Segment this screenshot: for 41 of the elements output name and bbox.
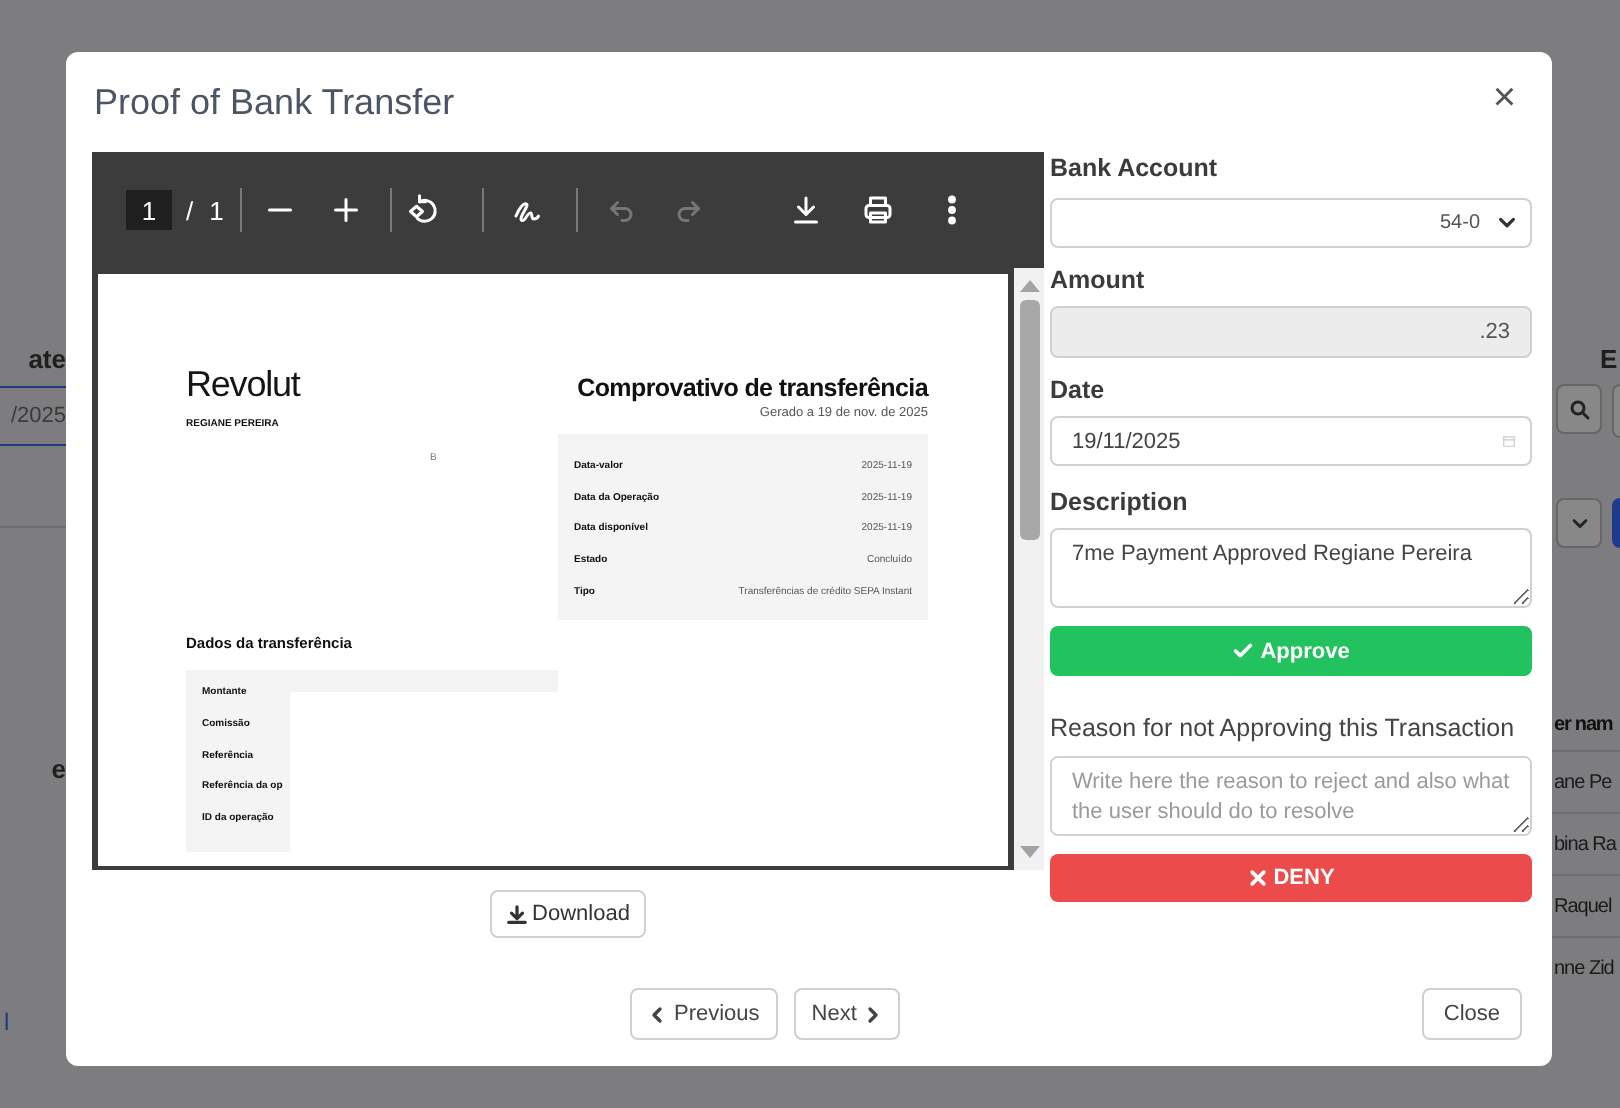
- field-label: Reason for not Approving this Transaction: [1050, 712, 1517, 744]
- download-icon: [506, 903, 529, 925]
- search-icon: [1567, 397, 1591, 421]
- chevron-down-icon: [1570, 513, 1590, 533]
- download-icon[interactable]: [788, 192, 824, 228]
- bank-logo: Revolut: [186, 364, 303, 404]
- field-label: Date: [1050, 374, 1107, 406]
- description-field[interactable]: 7me Payment Approved Regiane Pereira: [1050, 528, 1532, 608]
- page-number-field[interactable]: 1: [126, 190, 172, 230]
- table-cell: l: [4, 1008, 10, 1036]
- download-button[interactable]: Download: [490, 890, 646, 938]
- field-label: Bank Account: [1050, 152, 1220, 184]
- check-icon: [1232, 640, 1255, 662]
- dropdown[interactable]: [1556, 498, 1602, 548]
- calendar-icon: [1502, 434, 1516, 448]
- rotate-icon[interactable]: [406, 192, 442, 228]
- column-header: er nam: [1554, 714, 1613, 740]
- previous-button[interactable]: Previous: [630, 988, 778, 1040]
- close-button[interactable]: Close: [1421, 988, 1522, 1040]
- modal-title: Proof of Bank Transfer: [94, 81, 455, 123]
- plus-icon[interactable]: [328, 192, 364, 228]
- chevron-left-icon: [648, 1005, 666, 1023]
- x-icon: [1247, 868, 1268, 888]
- reason-field[interactable]: Write here the reason to reject and also what the user should do to resolve: [1050, 756, 1532, 836]
- close-button[interactable]: ×: [1492, 75, 1516, 121]
- print-icon[interactable]: [860, 192, 896, 228]
- scrollbar-thumb[interactable]: [1019, 300, 1039, 540]
- document-title: Comprovativo de transferência: [575, 374, 928, 402]
- search-button[interactable]: [1556, 384, 1602, 434]
- next-button[interactable]: Next: [793, 988, 901, 1040]
- deny-button[interactable]: DENY: [1050, 854, 1532, 902]
- field-label: Description: [1050, 486, 1190, 518]
- account-select[interactable]: 54-0: [1050, 198, 1532, 248]
- column-header: ate: [28, 344, 66, 374]
- date-field[interactable]: 19/11/2025: [1050, 416, 1532, 466]
- column-header: E: [1600, 344, 1618, 374]
- chevron-right-icon: [864, 1005, 883, 1023]
- column-header: e: [51, 754, 66, 784]
- page-separator: /: [186, 195, 194, 225]
- page-count: 1: [209, 195, 224, 225]
- field-label: Amount: [1050, 264, 1147, 296]
